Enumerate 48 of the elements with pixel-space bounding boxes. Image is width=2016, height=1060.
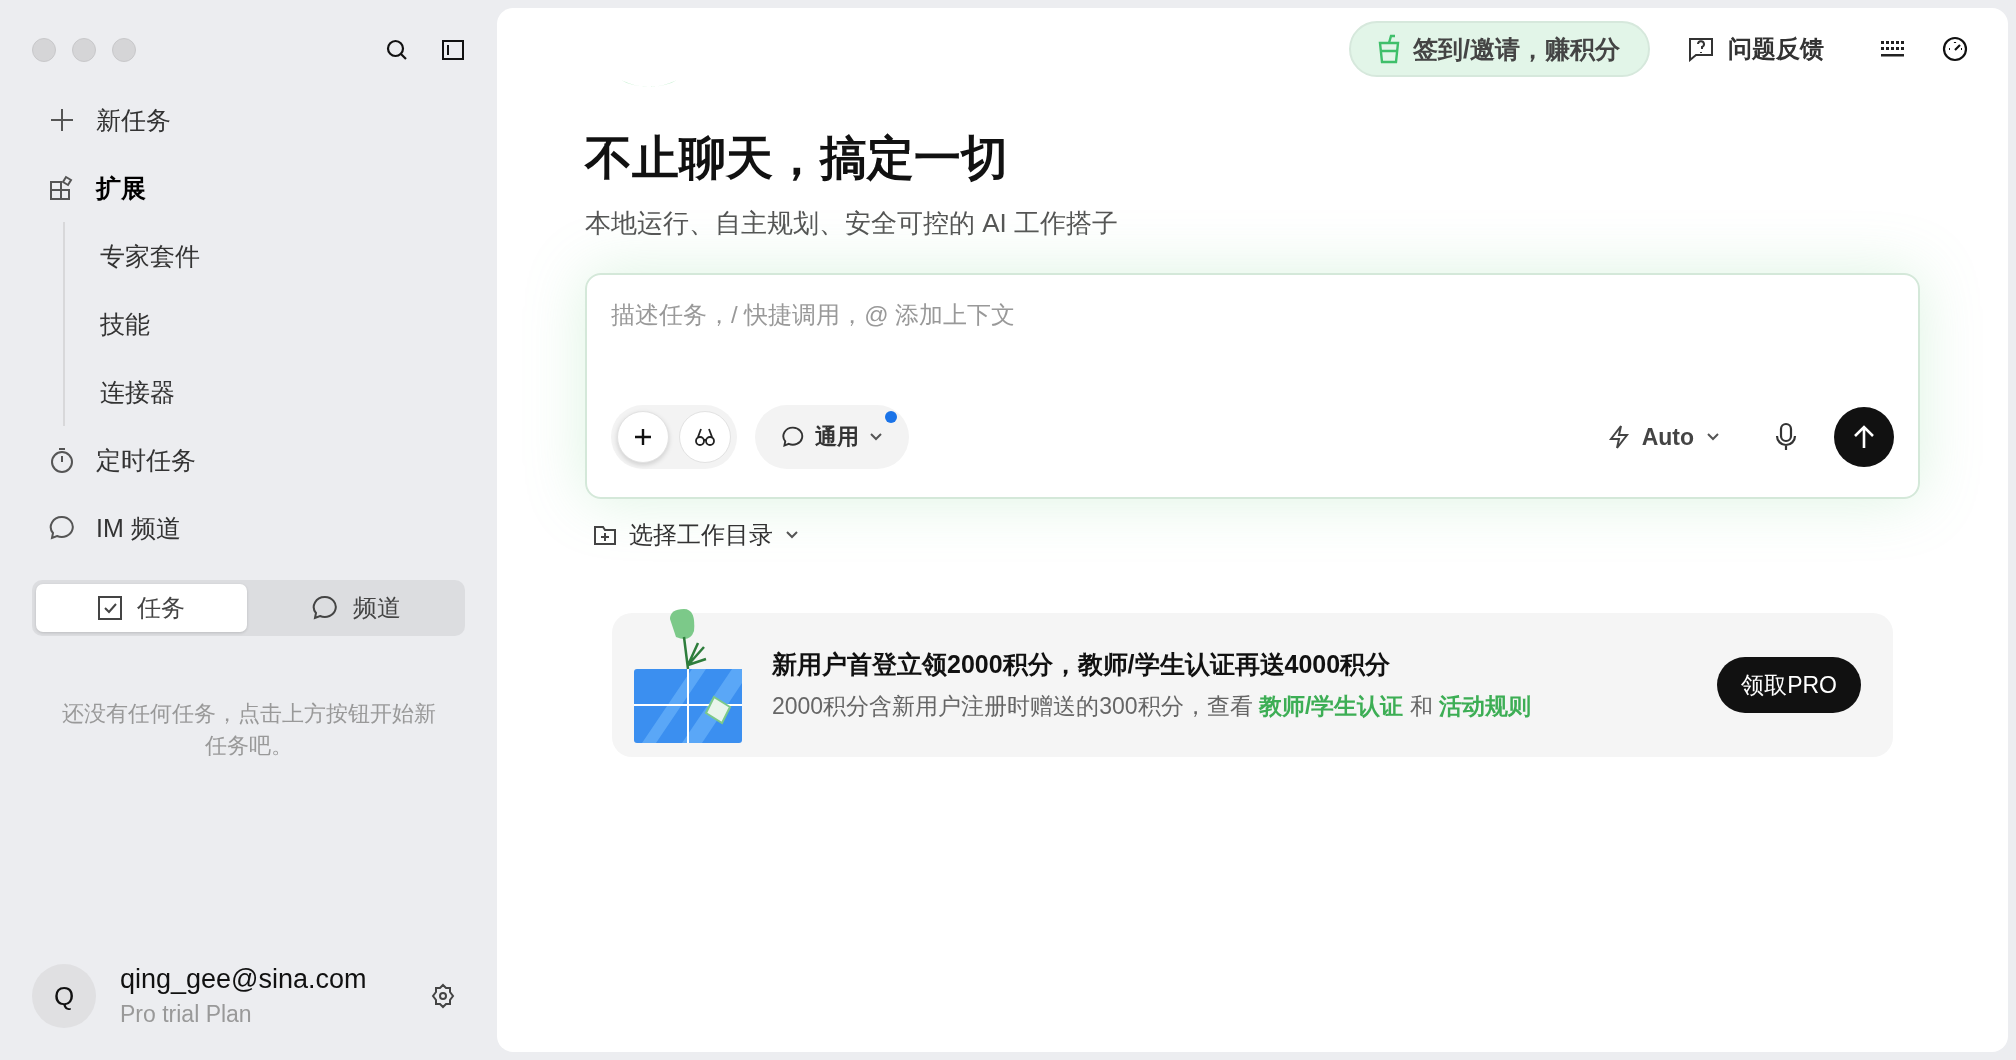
chat-icon bbox=[781, 425, 805, 449]
nav-subitem[interactable]: 技能 bbox=[65, 290, 465, 358]
rewards-button[interactable]: 签到/邀请，赚积分 bbox=[1349, 21, 1650, 77]
arrow-up-icon bbox=[1852, 424, 1876, 450]
nav-item[interactable]: 新任务 bbox=[32, 86, 465, 154]
caret-icon bbox=[1706, 432, 1720, 442]
gauge-icon[interactable] bbox=[1942, 36, 1968, 62]
claim-pro-button[interactable]: 领取PRO bbox=[1717, 657, 1861, 713]
chat-icon bbox=[310, 594, 339, 622]
tab[interactable]: 频道 bbox=[250, 584, 461, 632]
plus-icon bbox=[633, 427, 653, 447]
plus-icon bbox=[48, 106, 76, 134]
send-button[interactable] bbox=[1834, 407, 1894, 467]
nav-subitem[interactable]: 专家套件 bbox=[65, 222, 465, 290]
tools-button[interactable] bbox=[679, 411, 731, 463]
feedback-icon bbox=[1688, 36, 1714, 62]
empty-message: 还没有任何任务，点击上方按钮开始新任务吧。 bbox=[60, 700, 437, 760]
folder-plus-icon bbox=[593, 524, 617, 546]
hero-subtitle: 本地运行、自主规划、安全可控的 AI 工作搭子 bbox=[585, 207, 1119, 240]
account-email: qing_gee@sina.com bbox=[120, 964, 368, 995]
workdir-dropdown[interactable]: 选择工作目录 bbox=[593, 519, 799, 551]
keyboard-icon[interactable] bbox=[1880, 39, 1904, 59]
lightning-icon bbox=[1607, 424, 1630, 450]
avatar[interactable]: Q bbox=[32, 964, 96, 1028]
feedback-button[interactable]: 问题反馈 bbox=[1688, 33, 1824, 65]
search-icon[interactable] bbox=[385, 38, 409, 62]
nav-item[interactable]: 定时任务 bbox=[32, 426, 465, 494]
nav-item[interactable]: IM 频道 bbox=[32, 494, 465, 562]
timer-icon bbox=[48, 446, 76, 474]
sidebar-toggle-icon[interactable] bbox=[441, 38, 465, 62]
caret-icon bbox=[785, 530, 799, 540]
promo-note: 2000积分含新用户注册时赠送的300积分，查看 教师/学生认证 和 活动规则 bbox=[772, 692, 1533, 721]
tab[interactable]: 任务 bbox=[36, 584, 247, 632]
caret-icon bbox=[869, 432, 883, 442]
nav-subitem[interactable]: 连接器 bbox=[65, 358, 465, 426]
binoculars-icon bbox=[694, 426, 716, 448]
hero-title: 不止聊天，搞定一切 bbox=[585, 130, 1009, 186]
mode-dropdown[interactable]: 通用 bbox=[755, 405, 909, 469]
model-dropdown[interactable]: Auto bbox=[1601, 422, 1726, 452]
checkbox-icon bbox=[97, 595, 124, 621]
cup-icon bbox=[1377, 34, 1402, 64]
chat-icon bbox=[48, 514, 76, 542]
plan-label: Pro trial Plan bbox=[120, 1001, 253, 1028]
settings-icon[interactable] bbox=[429, 982, 457, 1010]
nav-item[interactable]: 扩展 bbox=[32, 154, 465, 222]
add-button[interactable] bbox=[617, 411, 669, 463]
promo-title: 新用户首登立领2000积分，教师/学生认证再送4000积分 bbox=[772, 649, 1392, 680]
microphone-icon[interactable] bbox=[1774, 422, 1798, 452]
